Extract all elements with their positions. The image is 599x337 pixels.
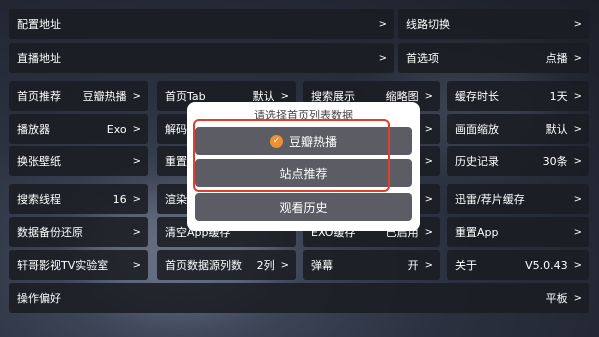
chevron-right-icon: >: [424, 226, 433, 238]
chevron-right-icon: >: [132, 155, 141, 167]
highlight-annotation: [193, 119, 390, 192]
chevron-right-icon: >: [424, 90, 433, 102]
chevron-right-icon: >: [424, 259, 433, 271]
setting-label: 弹幕: [311, 259, 333, 272]
setting-value: 30条: [542, 155, 568, 168]
setting-label: 配置地址: [17, 18, 61, 31]
setting-label: 轩哥影视TV实验室: [17, 259, 109, 272]
setting-label: 首选项: [406, 52, 439, 65]
setting-screen-scale[interactable]: 画面缩放 默认 >: [447, 114, 589, 144]
setting-value: 平板: [545, 292, 568, 305]
chevron-right-icon: >: [573, 292, 582, 304]
chevron-right-icon: >: [573, 155, 582, 167]
setting-label: 历史记录: [455, 155, 499, 168]
setting-label: 首页数据源列数: [165, 259, 242, 272]
chevron-right-icon: >: [573, 52, 582, 64]
chevron-right-icon: >: [378, 18, 387, 30]
setting-value: 2列: [256, 259, 275, 272]
option-watch-history[interactable]: 观看历史: [195, 193, 412, 221]
setting-label: 数据备份还原: [17, 226, 83, 239]
setting-line-switch[interactable]: 线路切换 >: [398, 9, 589, 39]
setting-reset-app[interactable]: 重置App >: [447, 217, 589, 247]
chevron-right-icon: >: [424, 193, 433, 205]
setting-preference[interactable]: 首选项 点播 >: [398, 43, 589, 73]
setting-label: 缓存时长: [455, 90, 499, 103]
setting-label: 关于: [455, 259, 477, 272]
setting-player[interactable]: 播放器 Exo >: [9, 114, 148, 144]
setting-home-recommend[interactable]: 首页推荐 豆瓣热播 >: [9, 81, 148, 111]
setting-live-address[interactable]: 直播地址 >: [9, 43, 394, 73]
chevron-right-icon: >: [573, 259, 582, 271]
chevron-right-icon: >: [424, 123, 433, 135]
chevron-right-icon: >: [132, 226, 141, 238]
setting-thunder-cache[interactable]: 迅雷/荐片缓存 >: [447, 184, 589, 214]
chevron-right-icon: >: [573, 90, 582, 102]
setting-label: 画面缩放: [455, 123, 499, 136]
setting-label: 迅雷/荐片缓存: [455, 193, 525, 206]
setting-danmaku[interactable]: 弹幕 开 >: [303, 250, 440, 280]
setting-cache-duration[interactable]: 缓存时长 1天 >: [447, 81, 589, 111]
setting-operation-preference[interactable]: 操作偏好 平板 >: [9, 283, 589, 313]
setting-home-columns[interactable]: 首页数据源列数 2列 >: [157, 250, 296, 280]
chevron-right-icon: >: [280, 90, 289, 102]
setting-backup-restore[interactable]: 数据备份还原 >: [9, 217, 148, 247]
setting-value: 16: [112, 192, 127, 206]
setting-label: 换张壁纸: [17, 155, 61, 168]
setting-value: V5.0.43: [525, 258, 568, 272]
setting-label: 重置App: [455, 226, 499, 239]
setting-label: 播放器: [17, 123, 50, 136]
setting-value: Exo: [106, 122, 127, 136]
chevron-right-icon: >: [132, 193, 141, 205]
setting-history[interactable]: 历史记录 30条 >: [447, 146, 589, 176]
chevron-right-icon: >: [280, 259, 289, 271]
setting-config-address[interactable]: 配置地址 >: [9, 9, 394, 39]
setting-label: 直播地址: [17, 52, 61, 65]
setting-label: 线路切换: [406, 18, 450, 31]
setting-label: 首页推荐: [17, 90, 61, 103]
chevron-right-icon: >: [573, 193, 582, 205]
setting-about[interactable]: 关于 V5.0.43 >: [447, 250, 589, 280]
setting-value: 豆瓣热播: [82, 90, 127, 103]
setting-wallpaper[interactable]: 换张壁纸 >: [9, 146, 148, 176]
chevron-right-icon: >: [573, 226, 582, 238]
chevron-right-icon: >: [424, 155, 433, 167]
chevron-right-icon: >: [573, 123, 582, 135]
chevron-right-icon: >: [132, 90, 141, 102]
option-label: 观看历史: [279, 200, 328, 215]
setting-label: 操作偏好: [17, 292, 61, 305]
chevron-right-icon: >: [573, 18, 582, 30]
setting-value: 默认: [545, 123, 568, 136]
setting-value: 点播: [545, 52, 568, 65]
setting-tv-lab[interactable]: 轩哥影视TV实验室 >: [9, 250, 148, 280]
setting-value: 1天: [549, 90, 568, 103]
setting-search-threads[interactable]: 搜索线程 16 >: [9, 184, 148, 214]
chevron-right-icon: >: [132, 123, 141, 135]
setting-value: 开: [407, 259, 419, 272]
chevron-right-icon: >: [132, 259, 141, 271]
setting-label: 搜索线程: [17, 193, 61, 206]
chevron-right-icon: >: [378, 52, 387, 64]
